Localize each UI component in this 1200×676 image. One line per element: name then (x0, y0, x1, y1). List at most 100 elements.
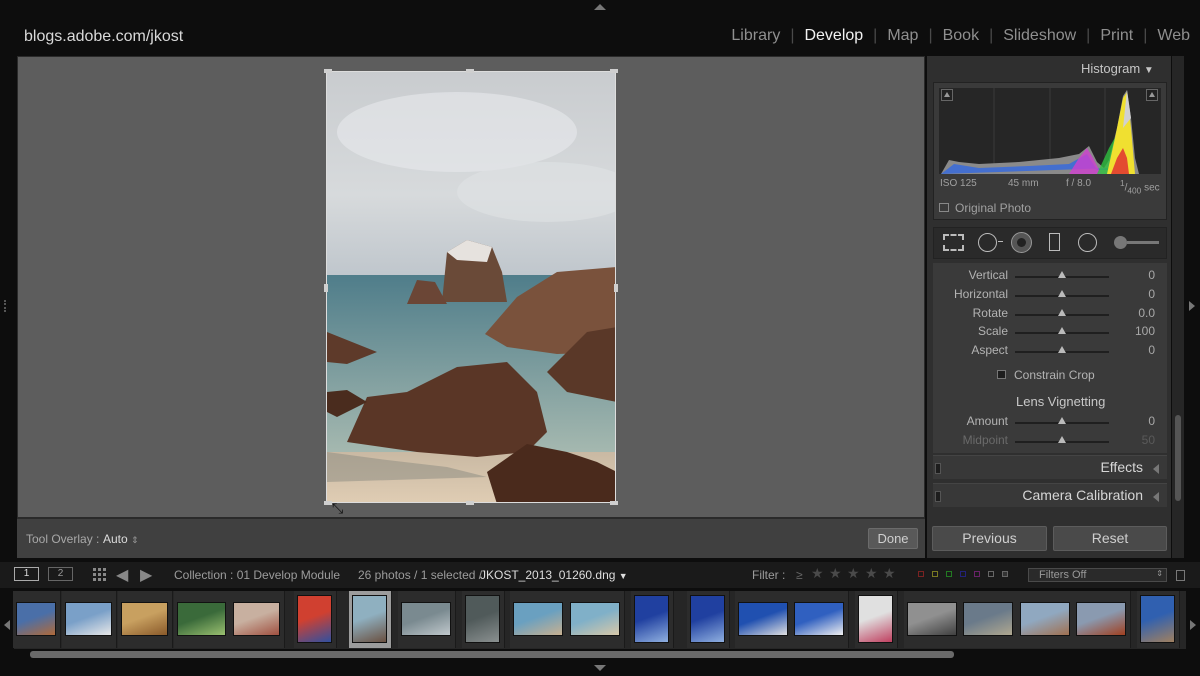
panel-switch-icon[interactable] (935, 491, 941, 502)
filmstrip-thumbnail[interactable] (1140, 595, 1175, 643)
filmstrip-thumbnail[interactable] (1020, 602, 1070, 636)
custom-label-filter-icon[interactable] (1002, 571, 1008, 577)
filter-operator[interactable]: ≥ (796, 568, 803, 582)
shadow-clipping-icon[interactable] (941, 89, 953, 101)
filename[interactable]: JKOST_2013_01260.dng ▼ (480, 568, 628, 582)
crop-overlay-icon[interactable] (943, 234, 964, 251)
crop-photo[interactable] (326, 71, 616, 503)
primary-window-button[interactable]: 1 (14, 567, 39, 581)
filmstrip-scroll-left-icon[interactable] (4, 620, 10, 630)
star-icon[interactable]: ★ (865, 565, 878, 582)
crop-handle-bottom-right[interactable] (610, 501, 618, 505)
horizontal-value[interactable]: 0 (1115, 287, 1155, 301)
red-label-filter-icon[interactable] (918, 571, 924, 577)
rotate-slider-thumb[interactable] (1058, 308, 1066, 316)
filmstrip-thumbnail[interactable] (738, 602, 788, 636)
crop-handle-top-left[interactable] (324, 69, 332, 73)
filmstrip-thumbnail[interactable] (690, 595, 725, 643)
grid-view-icon[interactable] (93, 568, 106, 581)
horizontal-slider-thumb[interactable] (1058, 289, 1066, 297)
crop-handle-left[interactable] (324, 284, 328, 292)
highlight-clipping-icon[interactable] (1146, 89, 1158, 101)
forward-arrow-icon[interactable]: ▶ (140, 565, 152, 585)
amount-slider-thumb[interactable] (1058, 417, 1066, 424)
module-web[interactable]: Web (1147, 27, 1200, 45)
filmstrip-thumbnail[interactable] (177, 602, 226, 636)
left-panel-toggle-icon[interactable] (4, 300, 7, 312)
aspect-slider-thumb[interactable] (1058, 346, 1066, 354)
star-icon[interactable]: ★ (811, 565, 824, 582)
no-label-filter-icon[interactable] (988, 571, 994, 577)
secondary-window-button[interactable]: 2 (48, 567, 73, 581)
filmstrip-thumbnail[interactable] (570, 602, 620, 636)
green-label-filter-icon[interactable] (946, 571, 952, 577)
module-slideshow[interactable]: Slideshow (993, 27, 1086, 45)
filmstrip-thumbnail[interactable] (65, 602, 112, 636)
vertical-slider-thumb[interactable] (1058, 271, 1066, 278)
done-button[interactable]: Done (868, 528, 918, 549)
rotate-value[interactable]: 0.0 (1115, 306, 1155, 320)
filmstrip-thumbnail[interactable] (465, 595, 500, 643)
scale-slider-thumb[interactable] (1058, 327, 1066, 335)
right-panel-scroll-thumb[interactable] (1175, 415, 1181, 501)
module-map[interactable]: Map (877, 27, 928, 45)
aspect-value[interactable]: 0 (1115, 343, 1155, 357)
crop-handle-top[interactable] (466, 69, 474, 73)
module-book[interactable]: Book (933, 27, 989, 45)
module-library[interactable]: Library (721, 27, 790, 45)
right-panel-toggle-icon[interactable] (1189, 301, 1195, 311)
crop-handle-top-right[interactable] (610, 69, 618, 73)
tool-overlay-select[interactable]: Auto ⇕ (103, 532, 139, 546)
reset-button[interactable]: Reset (1053, 526, 1167, 551)
filmstrip-thumbnail[interactable] (16, 602, 56, 636)
blue-label-filter-icon[interactable] (960, 571, 966, 577)
histogram-title[interactable]: Histogram ▼ (1081, 61, 1154, 76)
filmstrip-thumbnail[interactable] (858, 595, 893, 643)
filter-preset-select[interactable]: Filters Off ⇕ (1028, 568, 1167, 582)
filmstrip-thumbnail[interactable] (297, 595, 332, 643)
module-print[interactable]: Print (1090, 27, 1143, 45)
midpoint-value[interactable]: 50 (1115, 433, 1155, 447)
crop-handle-right[interactable] (614, 284, 618, 292)
vertical-value[interactable]: 0 (1115, 268, 1155, 282)
filmstrip-thumbnail[interactable] (352, 595, 387, 643)
panel-switch-icon[interactable] (935, 463, 941, 474)
filmstrip-thumbnail[interactable] (907, 602, 957, 636)
filmstrip-thumbnail[interactable] (794, 602, 844, 636)
star-icon[interactable]: ★ (883, 565, 896, 582)
star-icon[interactable]: ★ (829, 565, 842, 582)
crop-handle-bottom-left[interactable] (324, 501, 332, 505)
module-develop[interactable]: Develop (794, 27, 873, 45)
previous-button[interactable]: Previous (932, 526, 1047, 551)
scale-value[interactable]: 100 (1115, 324, 1155, 338)
top-panel-toggle-icon[interactable] (594, 4, 606, 10)
crop-handle-bottom[interactable] (466, 501, 474, 505)
histogram-graph[interactable] (939, 88, 1161, 174)
yellow-label-filter-icon[interactable] (932, 571, 938, 577)
filmstrip-thumbnail[interactable] (963, 602, 1013, 636)
filter-lock-icon[interactable] (1176, 570, 1185, 581)
filmstrip-scrollbar[interactable] (30, 651, 954, 658)
effects-section-header[interactable]: Effects (933, 455, 1167, 479)
filmstrip-scroll-right-icon[interactable] (1190, 620, 1196, 630)
radial-filter-icon[interactable] (1078, 233, 1097, 252)
adjustment-brush-icon[interactable] (1114, 236, 1127, 249)
midpoint-slider-thumb[interactable] (1058, 436, 1066, 443)
back-arrow-icon[interactable]: ◀ (116, 565, 128, 585)
spot-removal-icon[interactable] (978, 233, 997, 252)
purple-label-filter-icon[interactable] (974, 571, 980, 577)
star-icon[interactable]: ★ (847, 565, 860, 582)
collection-source[interactable]: Collection : 01 Develop Module (174, 568, 340, 582)
filmstrip-thumbnail[interactable] (233, 602, 280, 636)
filmstrip-thumbnail[interactable] (634, 595, 669, 643)
bottom-panel-toggle-icon[interactable] (594, 665, 606, 671)
constrain-crop-checkbox[interactable] (997, 370, 1006, 379)
graduated-filter-icon[interactable] (1049, 233, 1060, 251)
camera-calibration-section-header[interactable]: Camera Calibration (933, 483, 1167, 507)
amount-value[interactable]: 0 (1115, 414, 1155, 428)
red-eye-icon[interactable] (1011, 232, 1032, 253)
filmstrip-thumbnail[interactable] (513, 602, 563, 636)
original-photo-checkbox[interactable] (939, 203, 949, 212)
filmstrip-thumbnail[interactable] (401, 602, 451, 636)
filmstrip-thumbnail[interactable] (121, 602, 168, 636)
